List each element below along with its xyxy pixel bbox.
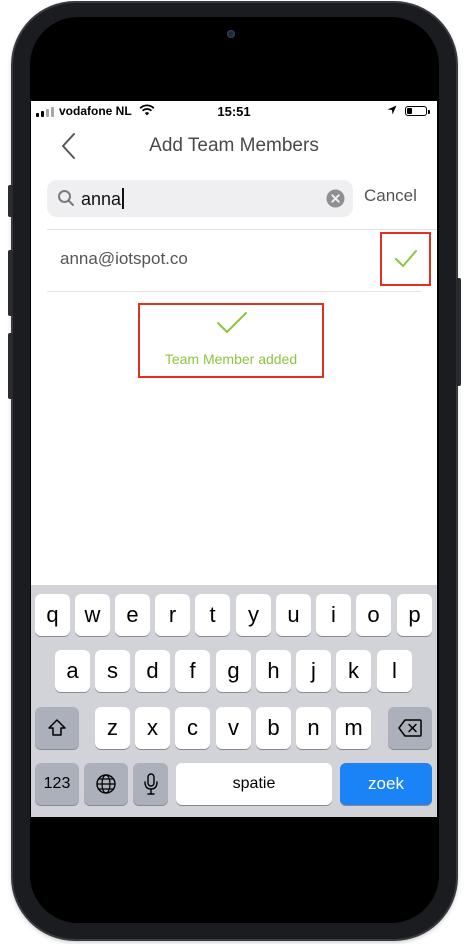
backspace-icon — [398, 719, 422, 737]
location-arrow-icon — [387, 105, 397, 115]
row-divider — [47, 291, 421, 292]
notch — [168, 17, 301, 59]
globe-icon — [96, 774, 116, 794]
key-l[interactable]: l — [377, 650, 412, 692]
status-bar: vodafone NL 15:51 — [31, 101, 437, 123]
space-key[interactable]: spatie — [176, 763, 332, 805]
search-go-key[interactable]: zoek — [340, 763, 432, 805]
backspace-key[interactable] — [388, 707, 432, 749]
key-v[interactable]: v — [216, 707, 251, 749]
key-s[interactable]: s — [95, 650, 130, 692]
list-item[interactable]: anna@iotspot.co — [31, 230, 437, 291]
search-row: anna Cancel — [31, 177, 437, 219]
key-t[interactable]: t — [195, 594, 230, 636]
member-email: anna@iotspot.co — [60, 249, 188, 268]
status-time: 15:51 — [217, 104, 251, 119]
numbers-key[interactable]: 123 — [35, 763, 79, 805]
globe-key[interactable] — [84, 763, 128, 805]
checkmark-icon — [395, 250, 417, 267]
key-p[interactable]: p — [397, 594, 432, 636]
key-y[interactable]: y — [236, 594, 271, 636]
key-x[interactable]: x — [135, 707, 170, 749]
page-title: Add Team Members — [149, 135, 319, 156]
key-d[interactable]: d — [135, 650, 170, 692]
key-a[interactable]: a — [55, 650, 90, 692]
navigation-bar: Add Team Members — [31, 123, 437, 169]
checkmark-icon — [217, 312, 247, 333]
app-screen: vodafone NL 15:51 Add Team Members anna — [31, 101, 437, 817]
dictation-key[interactable] — [133, 763, 168, 805]
battery-icon — [405, 106, 427, 116]
key-g[interactable]: g — [216, 650, 251, 692]
key-q[interactable]: q — [35, 594, 70, 636]
front-camera — [227, 30, 235, 38]
added-checkmark-highlight[interactable] — [380, 232, 431, 286]
key-i[interactable]: i — [316, 594, 351, 636]
key-n[interactable]: n — [296, 707, 331, 749]
key-z[interactable]: z — [95, 707, 130, 749]
text-caret — [122, 188, 125, 209]
microphone-icon — [143, 773, 158, 795]
toast-message: Team Member added — [164, 351, 298, 367]
key-h[interactable]: h — [256, 650, 291, 692]
key-m[interactable]: m — [336, 707, 371, 749]
success-toast: Team Member added — [138, 303, 324, 378]
key-f[interactable]: f — [175, 650, 210, 692]
key-b[interactable]: b — [256, 707, 291, 749]
key-k[interactable]: k — [336, 650, 371, 692]
clear-search-icon[interactable] — [326, 189, 345, 208]
battery-cap — [428, 110, 430, 114]
volume-up-button — [8, 250, 13, 316]
shift-key[interactable] — [35, 707, 79, 749]
shift-icon — [48, 719, 66, 736]
on-screen-keyboard: q w e r t y u i o p a s d f g h j k l z … — [31, 585, 437, 817]
search-input[interactable]: anna — [47, 180, 353, 217]
cancel-button[interactable]: Cancel — [364, 186, 417, 206]
search-query-text: anna — [81, 188, 125, 210]
power-button — [456, 278, 461, 386]
key-r[interactable]: r — [155, 594, 190, 636]
key-u[interactable]: u — [276, 594, 311, 636]
key-j[interactable]: j — [296, 650, 331, 692]
silent-switch — [8, 185, 13, 217]
volume-down-button — [8, 333, 13, 399]
key-o[interactable]: o — [356, 594, 391, 636]
key-e[interactable]: e — [115, 594, 150, 636]
search-icon — [58, 190, 74, 206]
key-c[interactable]: c — [175, 707, 210, 749]
key-w[interactable]: w — [75, 594, 110, 636]
